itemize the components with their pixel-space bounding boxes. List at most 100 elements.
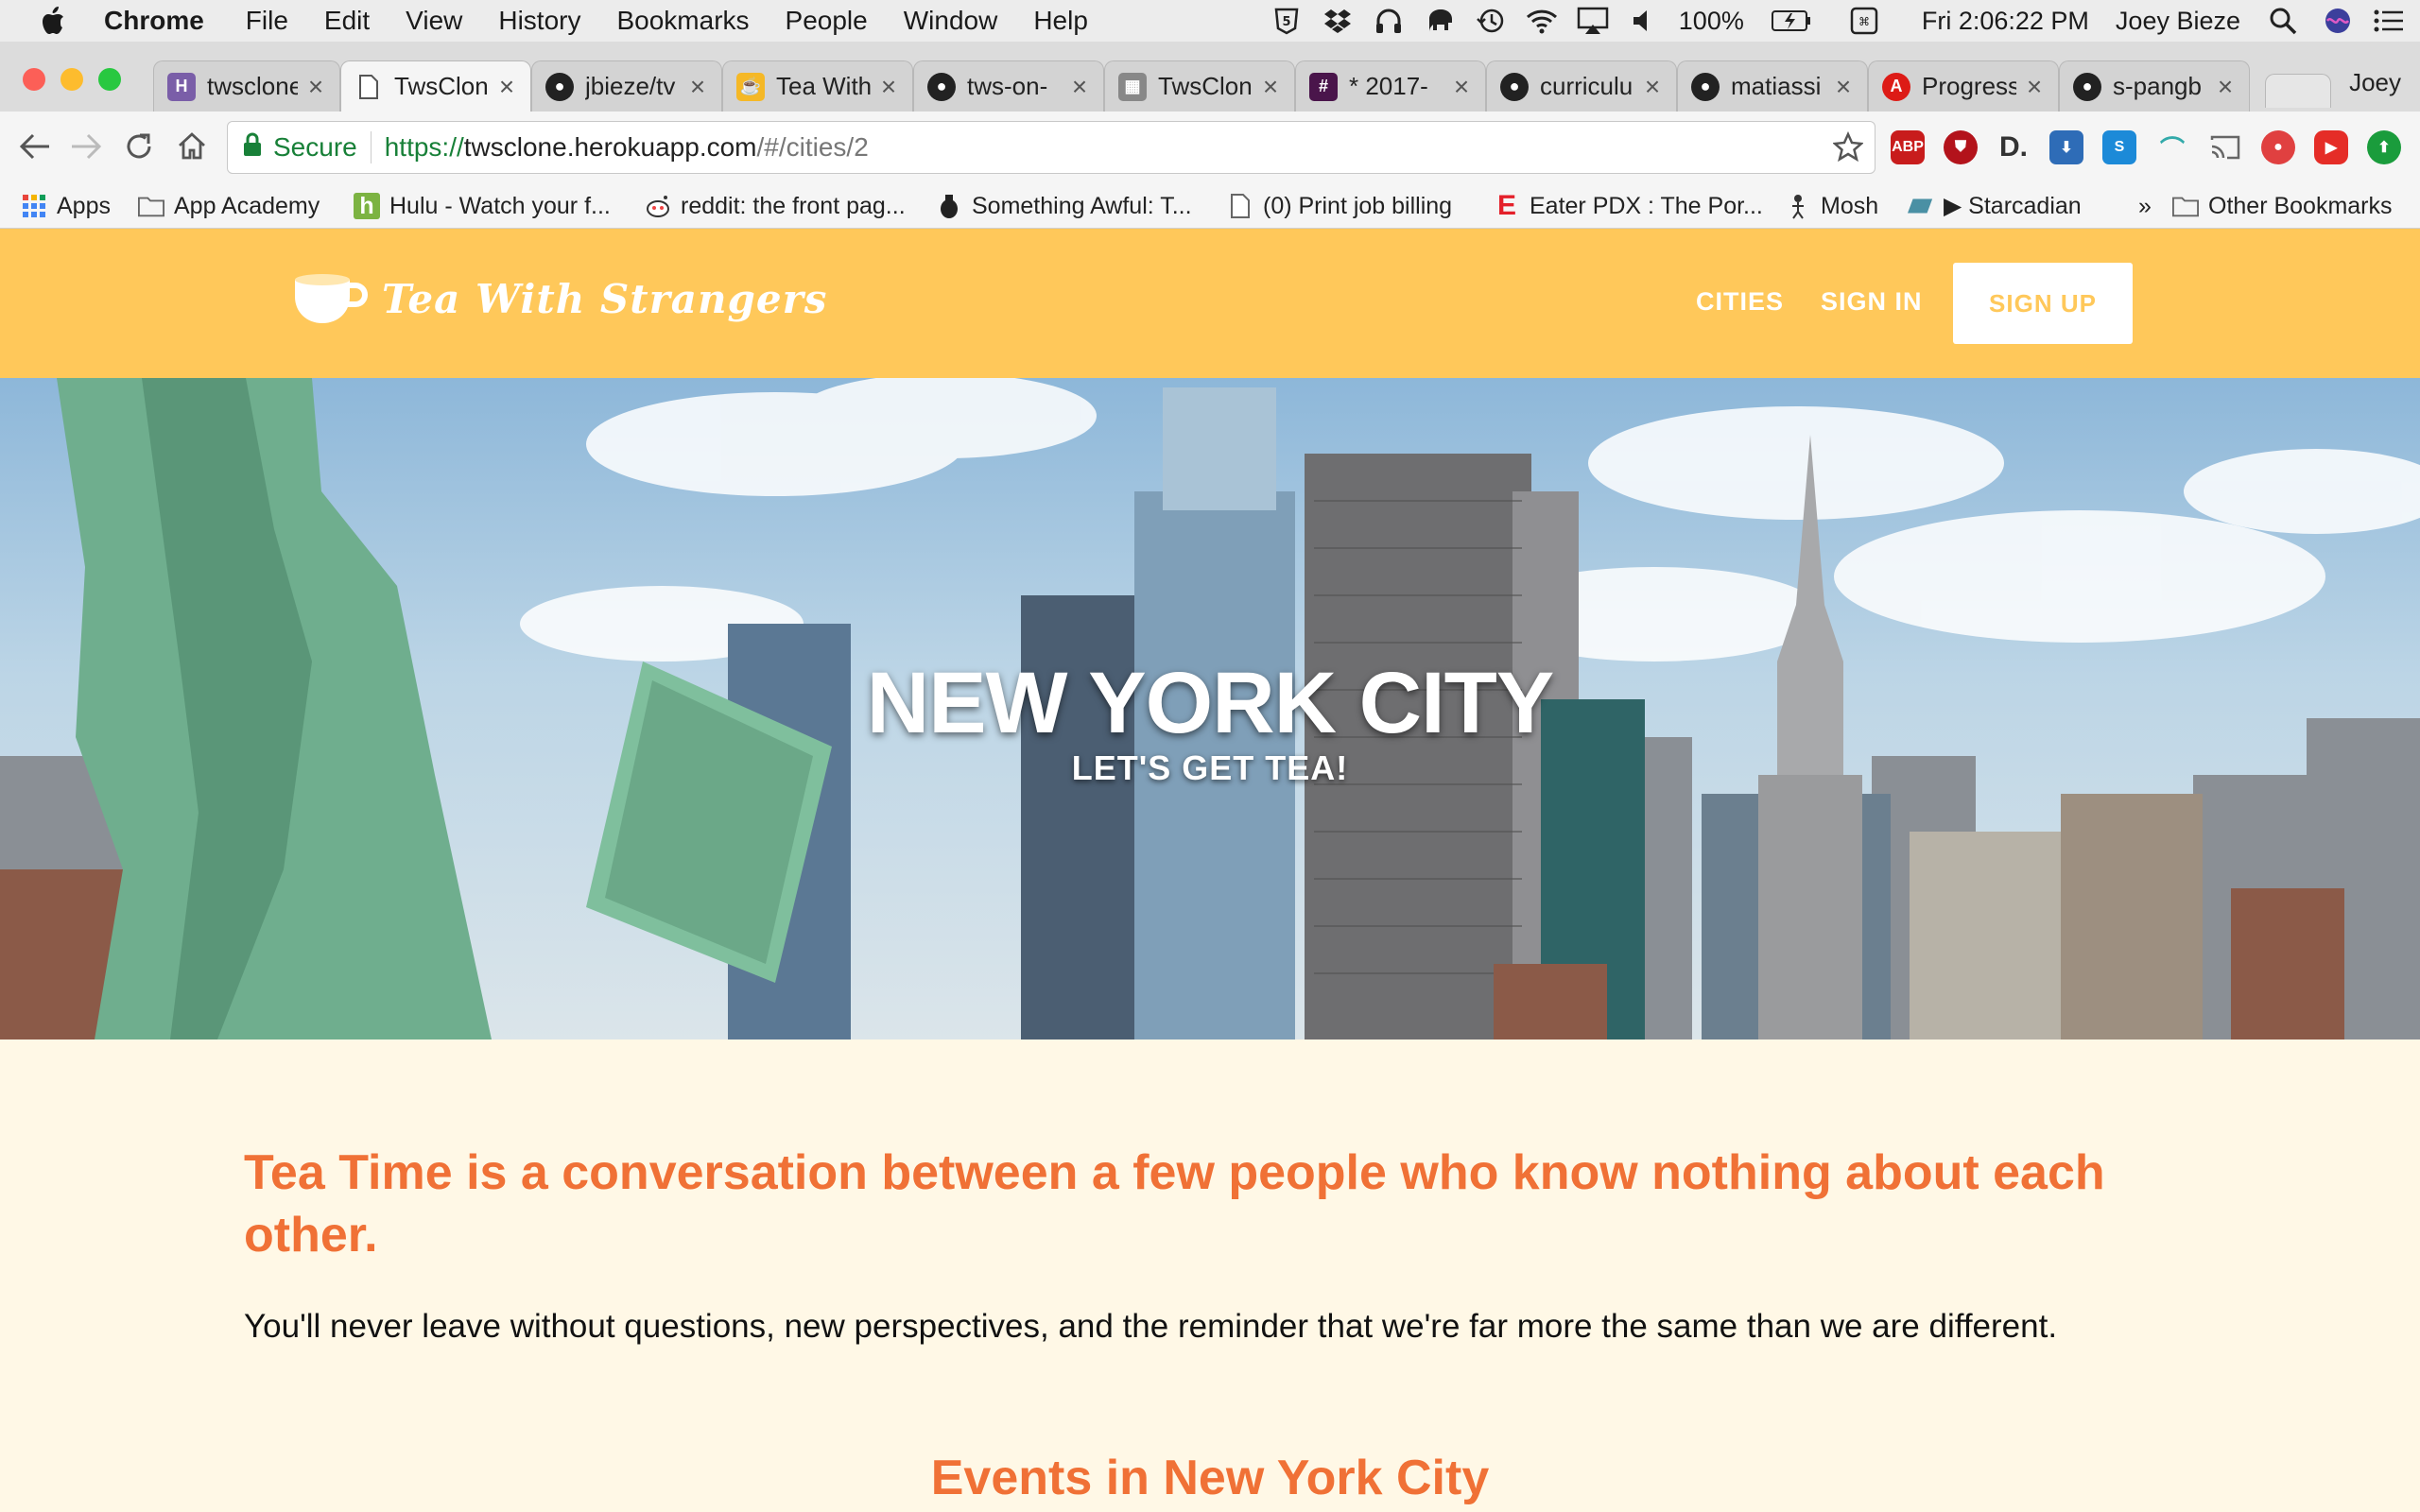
brand-logo-link[interactable]: Tea With Strangers: [289, 270, 827, 327]
tab-close-icon[interactable]: ×: [1451, 72, 1472, 102]
address-bar[interactable]: Secure https:// twsclone.herokuapp.com /…: [227, 121, 1876, 174]
menu-file[interactable]: File: [246, 6, 288, 36]
bookmarks-overflow-chevron[interactable]: »: [2138, 190, 2152, 222]
hero-subtitle: LET'S GET TEA!: [1071, 748, 1349, 787]
tab-title: TwsClon: [394, 72, 489, 100]
signup-button[interactable]: SIGN UP: [1953, 263, 2133, 344]
tab-close-icon[interactable]: ×: [496, 72, 517, 102]
tab-tea-with[interactable]: ☕ Tea With ×: [722, 60, 913, 112]
mosh-icon: [1785, 193, 1811, 219]
slack-icon: #: [1309, 72, 1338, 101]
close-window-button[interactable]: [23, 68, 45, 91]
keyboard-input-icon[interactable]: ⌘: [1848, 5, 1880, 37]
bookmark-reddit[interactable]: reddit: the front pag...: [645, 190, 906, 222]
disconnect-icon[interactable]: D.: [1996, 130, 2031, 164]
menu-people[interactable]: People: [786, 6, 868, 36]
menu-help[interactable]: Help: [1033, 6, 1088, 36]
forward-arrow-icon[interactable]: [66, 127, 106, 166]
back-arrow-icon[interactable]: [15, 127, 55, 166]
bookmark-label: »: [2138, 192, 2152, 219]
apple-logo-icon[interactable]: [38, 4, 70, 38]
volume-icon[interactable]: [1628, 5, 1660, 37]
new-tab-button[interactable]: [2265, 74, 2331, 108]
menu-view[interactable]: View: [406, 6, 462, 36]
bookmark-label: Mosh: [1821, 192, 1879, 219]
svg-text:5: 5: [1282, 15, 1290, 29]
minimize-window-button[interactable]: [60, 68, 83, 91]
dropbox-icon[interactable]: [1322, 5, 1354, 37]
airplay-icon[interactable]: [1577, 5, 1609, 37]
tab-jbieze-github[interactable]: ● jbieze/tv ×: [531, 60, 722, 112]
secure-label[interactable]: Secure: [273, 132, 357, 163]
menu-app-chrome[interactable]: Chrome: [104, 6, 204, 36]
home-icon[interactable]: [172, 127, 212, 166]
user-name[interactable]: Joey Bieze: [2116, 7, 2240, 36]
tab-close-icon[interactable]: ×: [1069, 72, 1090, 102]
tab-close-icon[interactable]: ×: [1260, 72, 1281, 102]
bookmark-hulu[interactable]: h Hulu - Watch your f...: [354, 190, 611, 222]
tab-title: matiassi: [1731, 72, 1822, 100]
battery-icon[interactable]: [1771, 5, 1812, 37]
headphones-icon[interactable]: [1373, 5, 1405, 37]
download-extension-icon[interactable]: ⬇: [2049, 130, 2083, 164]
adblock-plus-icon[interactable]: ABP: [1891, 130, 1925, 164]
tab-close-icon[interactable]: ×: [305, 72, 326, 102]
url-path: /#/cities/2: [756, 132, 869, 162]
tab-close-icon[interactable]: ×: [1642, 72, 1663, 102]
youtube-extension-icon[interactable]: ▶: [2314, 130, 2348, 164]
tab-curriculum-github[interactable]: ● curriculu ×: [1486, 60, 1677, 112]
cast-icon[interactable]: [2208, 130, 2242, 164]
macos-menu-bar: Chrome File Edit View History Bookmarks …: [0, 0, 2420, 42]
time-machine-icon[interactable]: [1475, 5, 1507, 37]
menu-history[interactable]: History: [498, 6, 580, 36]
tab-twsclone-active[interactable]: TwsClon ×: [340, 60, 531, 112]
skype-extension-icon[interactable]: S: [2102, 130, 2136, 164]
tab-progress-angular[interactable]: A Progress ×: [1868, 60, 2059, 112]
tab-s-pangb-github[interactable]: ● s-pangb ×: [2059, 60, 2250, 112]
tab-title: Progress: [1922, 72, 2016, 100]
bookmark-eater-pdx[interactable]: E Eater PDX : The Por...: [1494, 190, 1763, 222]
events-heading: Events in New York City: [930, 1451, 1490, 1505]
bookmark-other-bookmarks[interactable]: Other Bookmarks: [2172, 190, 2393, 222]
profile-button[interactable]: Joey: [2349, 68, 2401, 97]
folder-icon: [138, 193, 164, 219]
spotlight-search-icon[interactable]: [2267, 5, 2299, 37]
lock-icon[interactable]: [243, 132, 262, 163]
clock[interactable]: Fri 2:06:22 PM: [1922, 7, 2089, 36]
bookmark-print-job-billing[interactable]: (0) Print job billing: [1227, 190, 1452, 222]
zoom-window-button[interactable]: [98, 68, 121, 91]
ublock-shield-icon[interactable]: ⛊: [1944, 130, 1978, 164]
tab-twsclone-heroku[interactable]: H twsclone ×: [153, 60, 340, 112]
tab-close-icon[interactable]: ×: [687, 72, 708, 102]
tab-slack-2017[interactable]: # * 2017- ×: [1295, 60, 1486, 112]
menu-edit[interactable]: Edit: [324, 6, 370, 36]
record-extension-icon[interactable]: ●: [2261, 130, 2295, 164]
menu-bookmarks[interactable]: Bookmarks: [616, 6, 749, 36]
tab-title: curriculu: [1540, 72, 1634, 100]
tea-time-tagline: You'll never leave without questions, ne…: [244, 1308, 2058, 1345]
shield-5-icon[interactable]: 5: [1270, 5, 1303, 37]
reload-icon[interactable]: [119, 127, 159, 166]
siri-icon[interactable]: [2322, 5, 2354, 37]
bookmark-starcadian[interactable]: ▶ Starcadian: [1908, 190, 2082, 222]
bookmark-mosh[interactable]: Mosh: [1785, 190, 1878, 222]
elephant-icon[interactable]: [1424, 5, 1456, 37]
tab-close-icon[interactable]: ×: [2024, 72, 2045, 102]
tab-close-icon[interactable]: ×: [878, 72, 899, 102]
bookmark-apps[interactable]: Apps: [21, 190, 111, 222]
bookmark-app-academy[interactable]: App Academy: [138, 190, 320, 222]
menu-window[interactable]: Window: [904, 6, 998, 36]
notification-center-icon[interactable]: [2373, 5, 2405, 37]
wifi-icon[interactable]: [1526, 5, 1558, 37]
nav-signin-link[interactable]: SIGN IN: [1821, 287, 1923, 317]
nav-cities-link[interactable]: CITIES: [1696, 287, 1784, 317]
bookmark-something-awful[interactable]: Something Awful: T...: [936, 190, 1192, 222]
rainbow-extension-icon[interactable]: ⌒: [2155, 130, 2189, 164]
tab-matiassi-github[interactable]: ● matiassi ×: [1677, 60, 1868, 112]
green-up-arrow-icon[interactable]: ⬆: [2367, 130, 2401, 164]
tab-close-icon[interactable]: ×: [2215, 72, 2236, 102]
tab-twsclone-2[interactable]: ▦ TwsClon ×: [1104, 60, 1295, 112]
tab-close-icon[interactable]: ×: [1833, 72, 1854, 102]
tab-tws-on-github[interactable]: ● tws-on- ×: [913, 60, 1104, 112]
bookmark-star-icon[interactable]: [1831, 130, 1865, 168]
